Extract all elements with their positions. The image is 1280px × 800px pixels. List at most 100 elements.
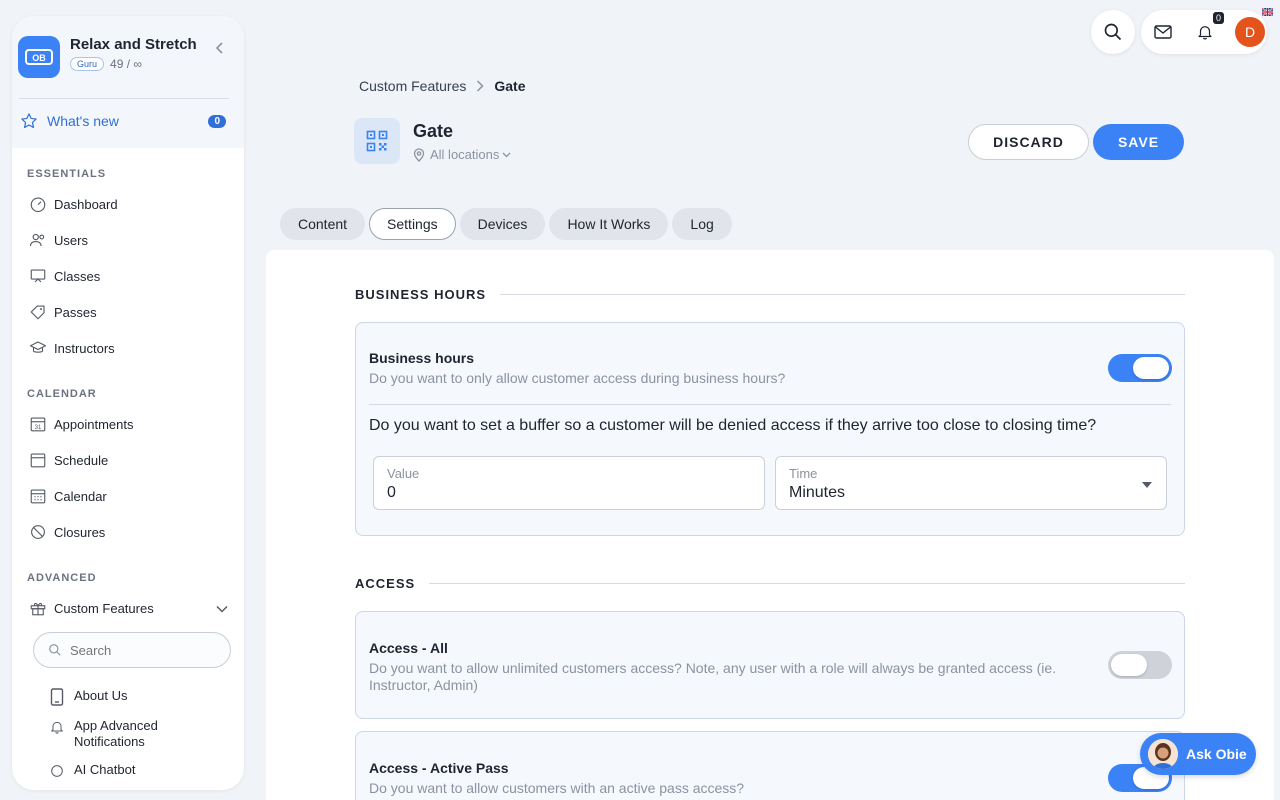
tab-devices[interactable]: Devices [459, 208, 546, 240]
sidebar-item-label: Appointments [54, 416, 134, 432]
buffer-value-input[interactable]: Value 0 [373, 456, 765, 510]
field-label: Time [789, 466, 818, 481]
bell-icon [48, 718, 66, 736]
sidebar-item-schedule[interactable]: Schedule [12, 442, 244, 478]
sidebar-header: OB Relax and Stretch Guru 49 / ∞ What's … [12, 16, 244, 148]
discard-button[interactable]: DISCARD [968, 124, 1089, 160]
sidebar-subitem-ai-chatbot[interactable]: AI Chatbot [12, 762, 244, 780]
map-pin-icon [413, 147, 425, 162]
star-icon [21, 113, 37, 129]
phone-icon [48, 688, 66, 706]
gauge-icon [28, 194, 48, 214]
section-advanced: ADVANCED [27, 572, 97, 584]
sidebar: OB Relax and Stretch Guru 49 / ∞ What's … [12, 16, 244, 790]
sidebar-item-label: Closures [54, 524, 106, 540]
divider [429, 583, 1185, 584]
setting-description: Do you want to only allow customer acces… [369, 370, 786, 386]
setting-title: Access - All [369, 640, 448, 656]
plan-usage: 49 / ∞ [110, 57, 142, 71]
access-active-pass-card: Access - Active Pass Do you want to allo… [355, 731, 1185, 800]
sidebar-subitem-about-us[interactable]: About Us [12, 688, 244, 706]
caret-down-icon [1142, 482, 1152, 488]
ask-obie-button[interactable]: Ask Obie [1140, 733, 1256, 775]
messages-button[interactable] [1152, 21, 1174, 43]
setting-title: Business hours [369, 350, 475, 366]
avatar-initial: D [1244, 24, 1256, 40]
ban-icon [28, 522, 48, 542]
sidebar-item-passes[interactable]: Passes [12, 294, 244, 330]
svg-text:OB: OB [32, 53, 46, 63]
sidebar-item-label: Custom Features [54, 600, 154, 616]
sidebar-subitem-label: App Advanced Notifications [74, 718, 158, 749]
global-search-button[interactable] [1091, 10, 1135, 54]
sidebar-item-appointments[interactable]: 31 Appointments [12, 406, 244, 442]
ask-obie-label: Ask Obie [1186, 746, 1247, 762]
sidebar-item-closures[interactable]: Closures [12, 514, 244, 550]
settings-panel: BUSINESS HOURS Business hours Do you wan… [266, 250, 1274, 800]
breadcrumb-current: Gate [494, 78, 526, 94]
section-title: BUSINESS HOURS [355, 287, 487, 302]
page-title: Gate [413, 121, 454, 141]
divider [369, 404, 1171, 405]
sidebar-item-instructors[interactable]: Instructors [12, 330, 244, 366]
chevron-down-icon [216, 601, 228, 616]
chevron-down-icon [502, 152, 511, 157]
chevron-right-icon [476, 80, 484, 92]
divider [500, 294, 1185, 295]
graduation-cap-icon [28, 338, 48, 358]
section-title: ACCESS [355, 576, 416, 591]
section-essentials: ESSENTIALS [27, 168, 107, 180]
sidebar-item-label: Calendar [54, 488, 107, 504]
breadcrumb-parent-link[interactable]: Custom Features [359, 78, 466, 94]
brand-name: Relax and Stretch [70, 36, 197, 53]
access-all-card: Access - All Do you want to allow unlimi… [355, 611, 1185, 719]
sidebar-item-custom-features[interactable]: Custom Features [12, 590, 244, 626]
business-hours-card: Business hours Do you want to only allow… [355, 322, 1185, 536]
save-button[interactable]: SAVE [1093, 124, 1184, 160]
sidebar-item-calendar[interactable]: Calendar [12, 478, 244, 514]
sidebar-item-label: Classes [54, 268, 101, 284]
sidebar-item-label: Schedule [54, 452, 109, 468]
sidebar-item-classes[interactable]: Classes [12, 258, 244, 294]
uk-flag-icon [1261, 7, 1274, 19]
sidebar-subitem-app-advanced-notifications[interactable]: App Advanced Notifications [12, 718, 244, 750]
setting-description: Do you want to allow unlimited customers… [369, 660, 1057, 693]
whats-new-label: What's new [47, 113, 119, 129]
qr-code-icon [354, 118, 400, 164]
users-icon [28, 230, 48, 250]
access-all-toggle[interactable] [1108, 651, 1172, 679]
sidebar-search-input[interactable] [70, 642, 210, 658]
sidebar-item-label: Instructors [54, 340, 115, 356]
tag-icon [28, 302, 48, 322]
section-header-business-hours: BUSINESS HOURS [355, 287, 1185, 302]
sidebar-item-label: Users [54, 232, 88, 248]
whats-new-link[interactable]: What's new 0 [12, 99, 244, 143]
field-value: Minutes [789, 484, 846, 501]
sidebar-item-users[interactable]: Users [12, 222, 244, 258]
setting-description: Do you want to allow customers with an a… [369, 780, 745, 796]
tab-log[interactable]: Log [672, 208, 732, 240]
tab-content[interactable]: Content [280, 208, 366, 240]
sidebar-item-label: Dashboard [54, 196, 118, 212]
breadcrumb: Custom Features Gate [359, 78, 526, 94]
bell-icon [1198, 26, 1212, 40]
collapse-sidebar-button[interactable] [210, 38, 230, 58]
user-avatar[interactable]: D [1235, 7, 1274, 47]
presentation-icon [28, 266, 48, 286]
notification-count: 0 [1212, 12, 1224, 24]
svg-text:31: 31 [35, 425, 42, 431]
sidebar-subitem-label: AI Chatbot [74, 762, 136, 777]
business-hours-toggle[interactable] [1108, 354, 1172, 382]
sidebar-item-dashboard[interactable]: Dashboard [12, 186, 244, 222]
tab-settings[interactable]: Settings [369, 208, 456, 240]
locations-label: All locations [430, 147, 500, 162]
locations-selector[interactable]: All locations [413, 147, 511, 162]
tab-how-it-works[interactable]: How It Works [549, 208, 669, 240]
sidebar-subitem-label: About Us [74, 688, 128, 703]
section-header-access: ACCESS [355, 576, 1185, 591]
search-icon [49, 644, 61, 656]
setting-title: Access - Active Pass [369, 760, 509, 776]
mail-icon [1154, 25, 1172, 39]
notifications-button[interactable]: 0 [1194, 12, 1224, 43]
buffer-time-select[interactable]: Time Minutes [775, 456, 1167, 510]
